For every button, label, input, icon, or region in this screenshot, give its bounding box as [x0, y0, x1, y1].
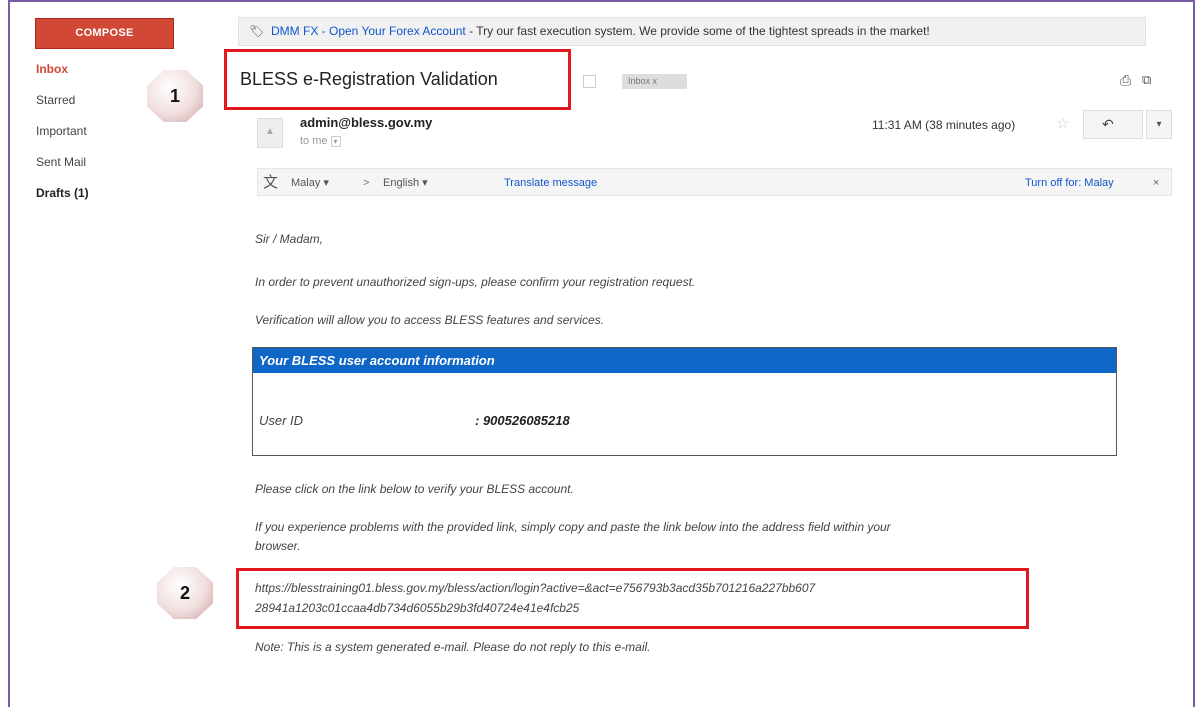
sender-avatar: ▲: [257, 118, 283, 148]
details-dropdown-icon[interactable]: ▾: [330, 136, 341, 147]
greeting-text: Sir / Madam,: [255, 232, 324, 246]
email-timestamp: 11:31 AM (38 minutes ago): [872, 118, 1016, 132]
reply-button[interactable]: ↶: [1083, 110, 1143, 139]
sidebar-item-drafts[interactable]: Drafts (1): [36, 186, 89, 217]
sidebar-nav: Inbox Starred Important Sent Mail Drafts…: [36, 62, 89, 217]
user-id-label: User ID: [259, 413, 304, 428]
turn-off-translate-link[interactable]: Turn off for: Malay: [1025, 169, 1114, 197]
sidebar-item-important[interactable]: Important: [36, 124, 89, 155]
recipient-text: to me: [300, 135, 328, 147]
account-info-title: Your BLESS user account information: [253, 348, 1116, 373]
ad-link[interactable]: DMM FX - Open Your Forex Account: [271, 24, 466, 38]
chevron-down-icon: ▾: [1156, 119, 1162, 130]
ad-text: - Try our fast execution system. We prov…: [465, 24, 930, 38]
more-options-button[interactable]: ▾: [1146, 110, 1172, 139]
print-icon[interactable]: ⎙: [1120, 72, 1131, 89]
account-info-box: Your BLESS user account information User…: [252, 347, 1117, 456]
sender-email[interactable]: admin@bless.gov.my: [300, 115, 432, 130]
body-paragraph-4-line-1: If you experience problems with the prov…: [255, 520, 891, 534]
callout-2-highlight: [236, 568, 1029, 629]
new-window-icon[interactable]: ⧉: [1142, 72, 1151, 88]
compose-button[interactable]: COMPOSE: [35, 18, 174, 49]
target-language-select[interactable]: English ▾: [383, 169, 428, 197]
callout-1-highlight: [224, 49, 571, 110]
label-chip-inbox[interactable]: Inbox x: [622, 74, 687, 89]
language-arrow: >: [363, 177, 370, 189]
sidebar-item-inbox[interactable]: Inbox: [36, 62, 89, 93]
note-text: Note: This is a system generated e-mail.…: [255, 640, 651, 654]
translate-message-link[interactable]: Translate message: [504, 169, 597, 197]
translate-bar: 文 Malay ▾ > English ▾ Translate message …: [257, 168, 1172, 196]
reply-arrow-icon: ↶: [1102, 116, 1114, 132]
sidebar-item-starred[interactable]: Starred: [36, 93, 89, 124]
user-id-value: : 900526085218: [475, 413, 570, 428]
body-paragraph-2: Verification will allow you to access BL…: [255, 313, 605, 327]
translate-icon: 文: [263, 174, 279, 191]
important-marker-icon[interactable]: [583, 75, 596, 88]
source-language-select[interactable]: Malay ▾: [291, 169, 329, 197]
body-paragraph-3: Please click on the link below to verify…: [255, 482, 574, 496]
sidebar-item-sent-mail[interactable]: Sent Mail: [36, 155, 89, 186]
ad-bar: 🏷︎ DMM FX - Open Your Forex Account - Try…: [238, 17, 1146, 46]
close-icon[interactable]: ×: [1153, 169, 1159, 197]
body-paragraph-4-line-2: browser.: [255, 539, 301, 553]
tag-icon: 🏷︎: [249, 24, 265, 38]
star-icon[interactable]: ☆: [1056, 114, 1069, 132]
body-paragraph-1: In order to prevent unauthorized sign-up…: [255, 275, 696, 289]
recipient-line[interactable]: to me ▾: [300, 135, 341, 147]
